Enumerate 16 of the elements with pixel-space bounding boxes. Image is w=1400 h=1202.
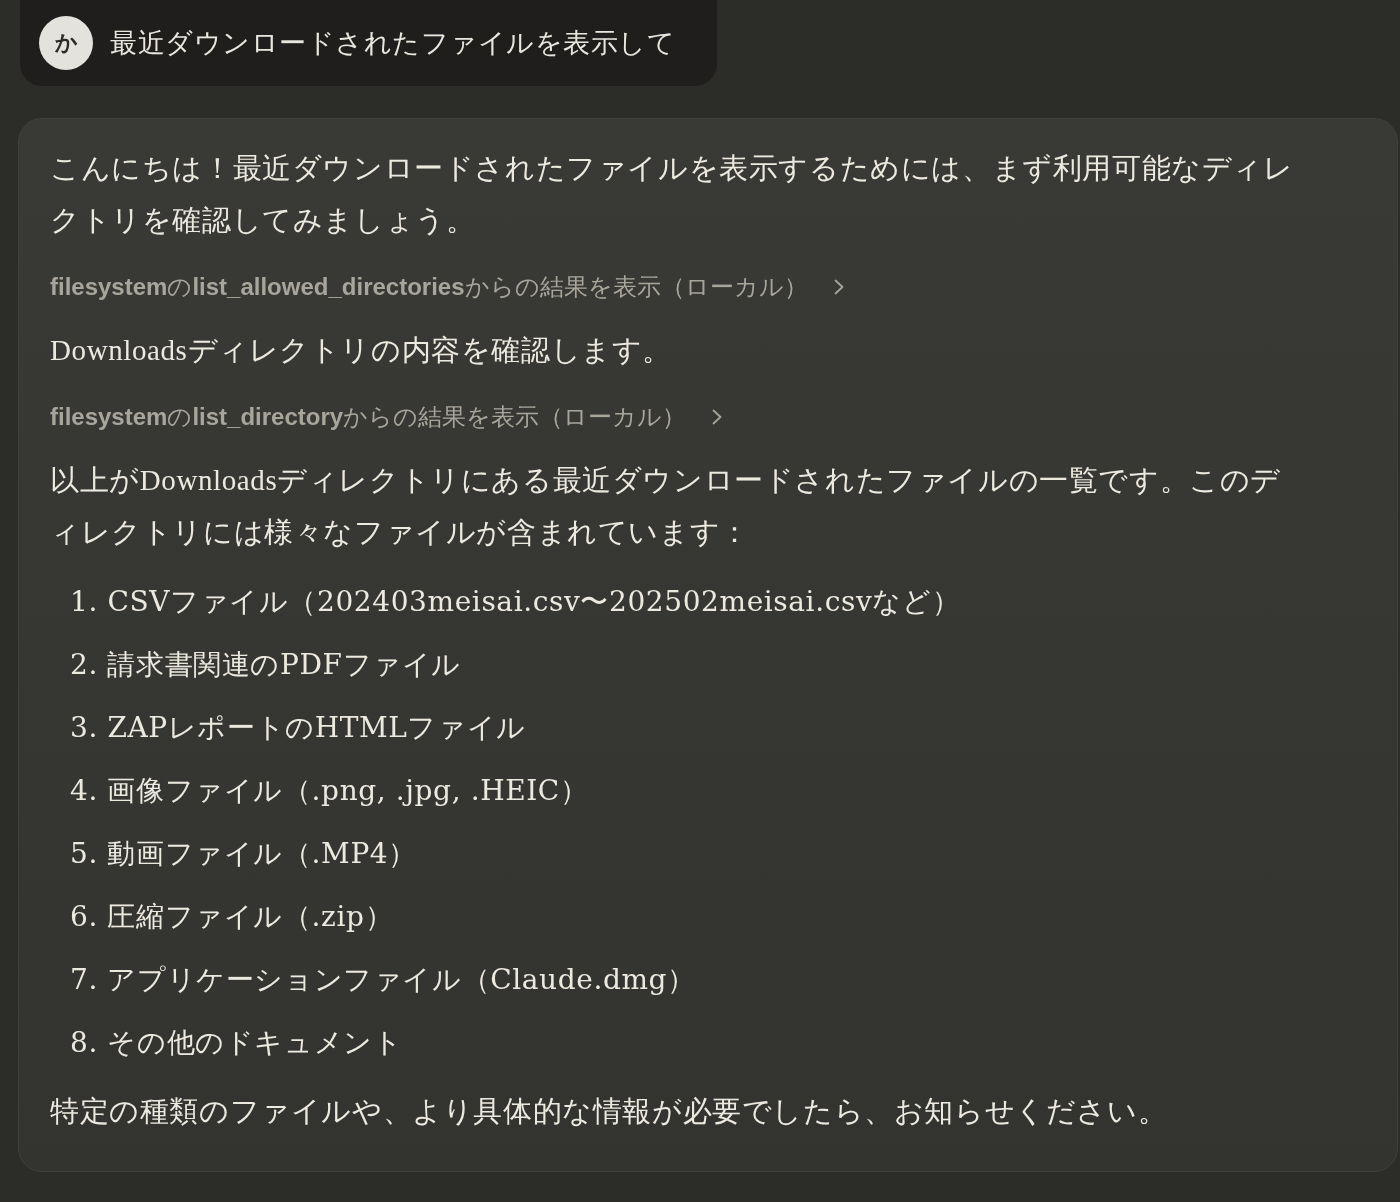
list-item: 6. 圧縮ファイル（.zip） [70,899,395,935]
tool-result-toggle[interactable]: filesystemのlist_directoryからの結果を表示（ローカル） [50,397,723,437]
message-paragraph: こんにちは！最近ダウンロードされたファイルを表示するためには、まず利用可能なディレクトリを確認してみましょう。 [50,151,1295,238]
message-paragraph: 以上がDownloadsディレクトリにある最近ダウンロードされたファイルの一覧です。このディレクトリには様々なファイルが含まれています： [50,463,1283,550]
message-paragraph: 特定の種類のファイルや、より具体的な情報が必要でしたら、お知らせください。 [50,1094,1169,1129]
list-item: 4. 画像ファイル（.png, .jpg, .HEIC） [70,773,590,809]
list-item: 5. 動画ファイル（.MP4） [70,836,418,872]
list-item: 8. その他のドキュメント [70,1025,404,1061]
user-avatar: か [39,16,93,70]
message-paragraph: Downloadsディレクトリの内容を確認します。 [50,333,674,368]
list-item: 2. 請求書関連のPDFファイル [70,647,462,683]
list-item: 1. CSVファイル（202403meisai.csv〜202502meisai.csvなど） [70,584,961,620]
tool-result-toggle[interactable]: filesystemのlist_allowed_directoriesからの結果を表示（ローカル） [50,267,844,307]
list-item: 3. ZAPレポートのHTMLファイル [70,710,527,746]
user-message-text: 最近ダウンロードされたファイルを表示して [110,27,675,60]
list-item: 7. アプリケーションファイル（Claude.dmg） [70,962,697,998]
